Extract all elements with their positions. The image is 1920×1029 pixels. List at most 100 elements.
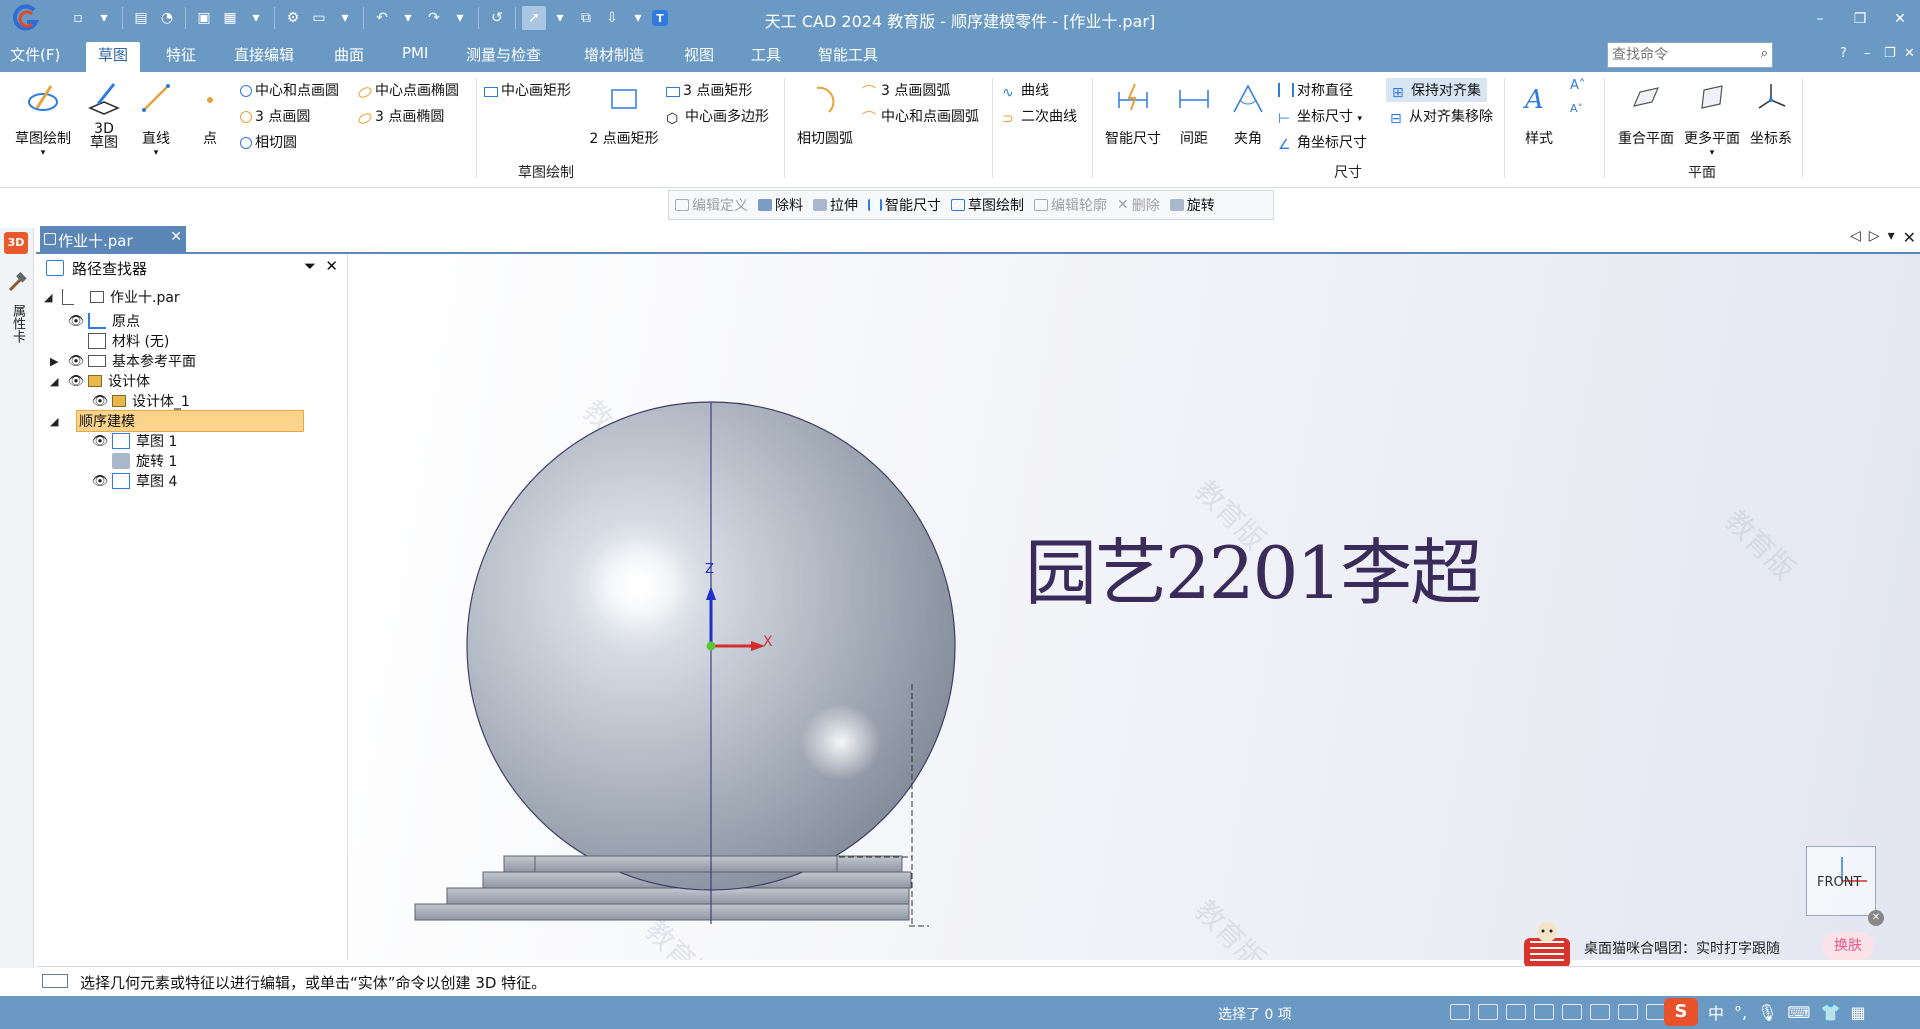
font-decrease-icon[interactable]: A˅ [1570,102,1583,115]
render-mode-icon[interactable] [1618,1004,1638,1020]
tree-item-design-body-1[interactable]: 👁 设计体_1 [90,390,190,412]
distance-button[interactable]: 间距 [1172,78,1216,148]
settings-icon[interactable]: ⚙ [281,6,305,30]
rotate-icon[interactable] [1562,1004,1582,1020]
center-point-circle-button[interactable]: 中心和点画圆 [240,80,339,100]
view-orientation-icon[interactable] [1590,1004,1610,1020]
close-icon[interactable]: ✕ [1903,228,1916,247]
angle-button[interactable]: 夹角 [1226,78,1270,148]
undo-icon[interactable]: ↶ [370,6,394,30]
visibility-eye-icon[interactable]: 👁 [66,314,86,329]
smart-dimension-cmd-button[interactable]: 智能尺寸 [868,195,941,215]
tree-item-sketch-4[interactable]: 👁 草图 4 [90,470,177,492]
pan-icon[interactable] [1534,1004,1554,1020]
coordinate-dim-button[interactable]: ⊢ 坐标尺寸 ▾ [1278,106,1362,127]
three-point-arc-button[interactable]: ⌒ 3 点画圆弧 [862,80,950,101]
tree-item-design-body[interactable]: ◢ 👁 设计体 [50,370,150,392]
close-button[interactable]: ✕ [1880,0,1920,38]
text-tool-icon[interactable]: T [652,10,668,26]
dropdown-arrow-icon[interactable]: ▾ [333,6,357,30]
command-search-input[interactable] [1608,43,1746,67]
skin-shirt-icon[interactable]: 👕 [1821,1003,1841,1022]
center-point-ellipse-button[interactable]: 中心点画椭圆 [356,80,459,100]
save-icon[interactable]: ▣ [192,6,216,30]
model-annotation-text[interactable]: 园艺2201李超 [1025,514,1482,619]
coincident-plane-button[interactable]: 重合平面 [1614,78,1678,148]
import-icon[interactable]: ⇩ [600,6,624,30]
restore-button[interactable]: ❐ [1840,0,1880,38]
menu-view[interactable]: 视图 [684,44,714,65]
font-increase-icon[interactable]: A˄ [1570,78,1585,93]
symmetric-diameter-button[interactable]: 对称直径 [1278,80,1353,100]
dropdown-arrow-icon[interactable]: ▾ [244,6,268,30]
menu-feature[interactable]: 特征 [166,44,196,65]
close-icon[interactable]: ✕ [325,257,338,275]
tree-item-revolve-1[interactable]: 旋转 1 [110,450,177,472]
new-file-icon[interactable]: ▫ [66,6,90,30]
point-button[interactable]: 点 [188,78,232,148]
tangent-arc-button[interactable]: 相切圆弧 [792,78,858,148]
graphics-viewport[interactable]: 教育版 教育版 教育版 教育版 教育版 [349,254,1920,960]
view-cube[interactable]: FRONT [1806,846,1876,916]
search-icon[interactable]: ⌕ [1761,46,1768,61]
property-card-tab[interactable]: 属性卡 [8,304,27,343]
visibility-eye-icon[interactable]: 👁 [66,374,86,389]
3d-badge-icon[interactable]: 3D [4,232,28,254]
tab-list-icon[interactable]: ▾ [1888,228,1895,247]
sketch-3d-button[interactable]: 3D 草图 [82,78,126,150]
menu-additive[interactable]: 增材制造 [584,44,644,65]
chevron-down-icon[interactable]: ▾ [10,148,76,158]
ribbon-close-button[interactable]: ✕ [1904,46,1915,61]
menu-sketch[interactable]: 草图 [86,42,141,72]
punctuation-toggle[interactable]: °, [1734,1003,1747,1022]
view-fit-icon[interactable] [1450,1004,1470,1020]
recent-icon[interactable]: ◔ [155,6,179,30]
collapse-icon[interactable]: ◢ [50,415,66,428]
delete-button[interactable]: ✕ 删除 [1117,195,1160,215]
more-planes-button[interactable]: 更多平面 ▾ [1680,78,1744,158]
sketch-draw-button[interactable]: 草图绘制 ▾ [10,78,76,158]
three-point-circle-button[interactable]: 3 点画圆 [240,106,310,126]
help-button[interactable]: ? [1840,46,1847,61]
two-point-rect-button[interactable]: 2 点画矩形 [584,78,664,148]
tab-next-icon[interactable]: ▷ [1869,228,1880,247]
curve-button[interactable]: ∿ 曲线 [1002,80,1049,101]
ribbon-restore-button[interactable]: ❐ [1884,46,1896,61]
pin-icon[interactable]: ⏷ [304,257,316,275]
menu-direct-edit[interactable]: 直接编辑 [234,44,294,65]
menu-surface[interactable]: 曲面 [334,44,364,65]
visibility-eye-icon[interactable]: 👁 [90,474,110,489]
center-polygon-button[interactable]: ⬡ 中心画多边形 [666,106,769,127]
sketch-draw-cmd-button[interactable]: 草图绘制 [951,195,1024,215]
microphone-icon[interactable]: 🎙 [1757,1003,1777,1022]
tree-item-ordered-modeling[interactable]: ◢ 顺序建模 [50,410,304,432]
visibility-eye-icon[interactable]: 👁 [66,354,86,369]
three-point-ellipse-button[interactable]: 3 点画椭圆 [356,106,444,126]
zoom-area-icon[interactable] [1478,1004,1498,1020]
remove-align-button[interactable]: ⊟ 从对齐集移除 [1390,106,1493,127]
expand-icon[interactable]: ▶ [50,355,66,368]
prompt-icon[interactable] [42,974,68,988]
tree-item-origin[interactable]: 👁 原点 [66,310,140,332]
line-button[interactable]: 直线 ▾ [134,78,178,158]
dropdown-arrow-icon[interactable]: ▾ [92,6,116,30]
style-button[interactable]: A 样式 [1512,78,1566,148]
tree-item-material[interactable]: 材料 (无) [86,330,169,352]
tree-item-reference-planes[interactable]: ▶ 👁 基本参考平面 [50,350,196,372]
angle-coordinate-dim-button[interactable]: ∠ 角坐标尺寸 [1278,132,1367,153]
repeat-icon[interactable]: ↺ [485,6,509,30]
conic-button[interactable]: ⊃ 二次曲线 [1002,106,1077,127]
edit-definition-button[interactable]: 编辑定义 [675,195,748,215]
center-point-arc-button[interactable]: ⌒ 中心和点画圆弧 [862,106,979,127]
three-point-rect-button[interactable]: 3 点画矩形 [666,80,752,100]
minimize-button[interactable]: – [1800,0,1840,38]
hammer-icon[interactable] [6,272,28,294]
dropdown-arrow-icon[interactable]: ▾ [396,6,420,30]
notification-close-button[interactable]: ✕ [1868,910,1884,926]
edit-profile-button[interactable]: 编辑轮廓 [1034,195,1107,215]
center-rect-button[interactable]: 中心画矩形 [484,80,571,100]
chevron-down-icon[interactable]: ▾ [1680,148,1744,158]
close-tab-icon[interactable]: ✕ [170,229,182,245]
menu-smart-tools[interactable]: 智能工具 [818,44,878,65]
visibility-eye-icon[interactable]: 👁 [90,394,110,409]
